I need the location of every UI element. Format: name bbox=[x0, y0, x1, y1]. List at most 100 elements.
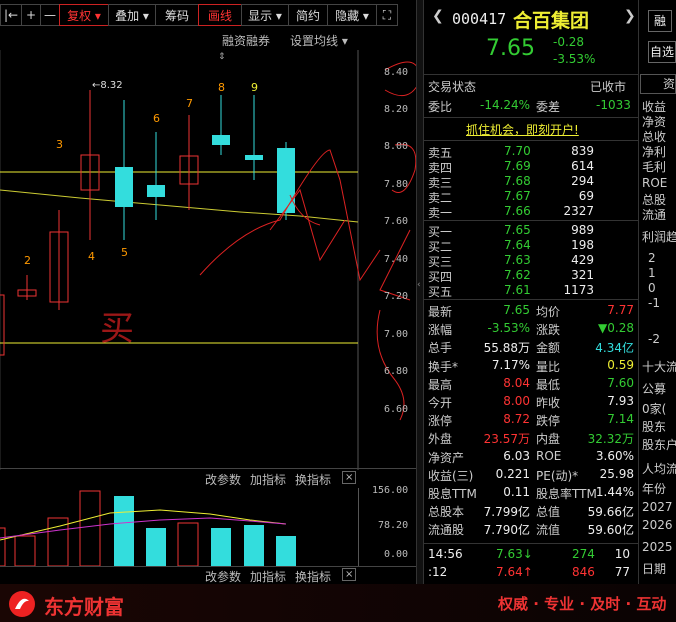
label: 外盘 bbox=[428, 432, 453, 447]
volume-axis-label: 156.00 bbox=[372, 485, 409, 496]
wave-label-9: 9 bbox=[251, 81, 258, 94]
bid-row[interactable]: 买五 7.61 1173 bbox=[428, 283, 634, 300]
value: 3.60% bbox=[595, 448, 634, 463]
axis-label: 7.40 bbox=[384, 254, 409, 265]
right-panel-item: 2025 bbox=[642, 540, 673, 554]
value: 1.44% bbox=[595, 485, 634, 499]
value: 4.34亿 bbox=[595, 341, 634, 356]
volume: 69 bbox=[578, 189, 594, 203]
display-dropdown[interactable]: 显示 ▾ bbox=[241, 4, 289, 26]
right-panel-item: 0 bbox=[648, 281, 656, 295]
close-indicator-icon-2[interactable]: × bbox=[342, 568, 357, 581]
value: 59.60亿 bbox=[587, 523, 634, 538]
label: 金额 bbox=[536, 341, 561, 356]
price-change: -0.28 bbox=[553, 35, 585, 49]
brand-name: 东方财富 bbox=[44, 595, 124, 619]
params-button[interactable]: 改参数 bbox=[205, 471, 241, 488]
stock-code: 000417 bbox=[452, 10, 507, 28]
price: 7.67 bbox=[504, 189, 531, 203]
value: ▼0.28 bbox=[598, 321, 634, 336]
time: :12 bbox=[428, 565, 448, 579]
label: ROE bbox=[536, 448, 562, 463]
trade-status-row: 交易状态 已收市 bbox=[428, 78, 634, 95]
label: 昨收 bbox=[536, 396, 561, 410]
overlay-dropdown[interactable]: 叠加 ▾ bbox=[108, 4, 156, 26]
hide-dropdown[interactable]: 隐藏 ▾ bbox=[327, 4, 377, 26]
tick-row: 14:56 7.63↓ 274 10 bbox=[428, 547, 634, 564]
open-account-link[interactable]: 抓住机会，即刻开户! bbox=[466, 121, 579, 138]
add-indicator-button-2[interactable]: 加指标 bbox=[250, 568, 286, 585]
value: 7.65 bbox=[503, 303, 530, 317]
value: 8.72 bbox=[503, 412, 530, 427]
right-panel-item: 人均流 bbox=[642, 462, 676, 476]
adjust-dropdown[interactable]: 复权 ▾ bbox=[59, 4, 109, 26]
right-panel-item: 利润趋 bbox=[642, 230, 676, 244]
quote-row: 总手 55.88万 金额 4.34亿 bbox=[428, 339, 634, 356]
value: 25.98 bbox=[599, 466, 634, 481]
value: 7.77 bbox=[607, 303, 634, 317]
right-panel-item: 0家( bbox=[642, 402, 667, 416]
label: 跌停 bbox=[536, 414, 561, 429]
margin-trading-label[interactable]: 融资融券 bbox=[222, 32, 270, 49]
quote-row: 净资产 6.03 ROE 3.60% bbox=[428, 449, 634, 466]
draw-line-button[interactable]: 画线 bbox=[198, 4, 242, 26]
volume: 198 bbox=[571, 238, 594, 252]
quote-row: 收益(三) 0.221 PE(动)* 25.98 bbox=[428, 467, 634, 484]
candle-2 bbox=[17, 275, 37, 300]
volume: 321 bbox=[571, 268, 594, 282]
value: 已收市 bbox=[590, 80, 627, 94]
tab-fundamentals[interactable]: 资 bbox=[640, 74, 676, 94]
right-panel-item: -1 bbox=[648, 296, 660, 310]
chart-toolbar: |← + — 复权 ▾ 叠加 ▾ 筹码 画线 显示 ▾ 简约 隐藏 ▾ ⛶ bbox=[0, 4, 415, 26]
close-indicator-icon[interactable]: × bbox=[342, 471, 357, 484]
axis-label: 7.20 bbox=[384, 291, 409, 302]
ask-row[interactable]: 卖一 7.66 2327 bbox=[428, 204, 634, 221]
indicator-toolbar: 改参数 加指标 换指标 × bbox=[0, 468, 416, 488]
wave-label-4: 4 bbox=[88, 250, 95, 263]
handwritten-buy: 买 bbox=[100, 311, 134, 348]
chips-button[interactable]: 筹码 bbox=[155, 4, 199, 26]
right-panel-item: 年份 bbox=[642, 482, 667, 496]
value: 7.17% bbox=[491, 357, 530, 372]
collapse-arrow-icon[interactable]: ‹ bbox=[417, 280, 421, 290]
value: 23.57万 bbox=[483, 432, 530, 447]
volume-chart[interactable] bbox=[0, 488, 358, 566]
switch-indicator-button-2[interactable]: 换指标 bbox=[295, 568, 331, 585]
value: -1033 bbox=[596, 98, 631, 112]
nav-next-icon[interactable]: ❯ bbox=[624, 8, 636, 24]
label: 股息率TTM bbox=[536, 487, 597, 501]
volume-axis-label: 0.00 bbox=[384, 549, 409, 560]
toolbar-home-button[interactable]: |← bbox=[0, 4, 22, 26]
label: 股息TTM bbox=[428, 487, 477, 501]
zoom-in-button[interactable]: + bbox=[21, 4, 41, 26]
label: 最高 bbox=[428, 377, 453, 392]
margin-badge[interactable]: 融 bbox=[648, 10, 672, 32]
switch-indicator-button[interactable]: 换指标 bbox=[295, 471, 331, 488]
panel-splitter[interactable] bbox=[416, 0, 424, 584]
value: 8.00 bbox=[503, 394, 530, 408]
peak-price-label: ←8.32 bbox=[92, 80, 123, 91]
volume-axis-label: 78.20 bbox=[378, 520, 409, 531]
right-panel-item: 2026 bbox=[642, 518, 673, 532]
nav-prev-icon[interactable]: ❮ bbox=[432, 8, 444, 24]
zoom-out-button[interactable]: — bbox=[40, 4, 60, 26]
simple-button[interactable]: 简约 bbox=[288, 4, 328, 26]
label: 净资产 bbox=[428, 450, 465, 465]
value: 7.93 bbox=[607, 394, 634, 408]
price: 7.66 bbox=[504, 204, 531, 218]
wave-label-7: 7 bbox=[186, 97, 193, 110]
label: 今开 bbox=[428, 396, 453, 410]
right-panel-item: 2027 bbox=[642, 500, 673, 514]
fullscreen-icon[interactable]: ⛶ bbox=[376, 4, 398, 26]
volume: 1173 bbox=[563, 283, 594, 297]
label: 涨跌 bbox=[536, 323, 561, 338]
value: 0.221 bbox=[495, 466, 530, 481]
candlestick-chart[interactable]: 买 bbox=[0, 50, 416, 470]
add-indicator-button[interactable]: 加指标 bbox=[250, 471, 286, 488]
right-panel-item: 股东户 bbox=[642, 438, 676, 452]
label: 买五 bbox=[428, 285, 453, 299]
ma-settings-dropdown[interactable]: 设置均线 ▾ bbox=[290, 32, 348, 49]
add-watchlist-button[interactable]: 自选 bbox=[648, 41, 676, 63]
axis-label: 8.40 bbox=[384, 67, 409, 78]
params-button-2[interactable]: 改参数 bbox=[205, 568, 241, 585]
